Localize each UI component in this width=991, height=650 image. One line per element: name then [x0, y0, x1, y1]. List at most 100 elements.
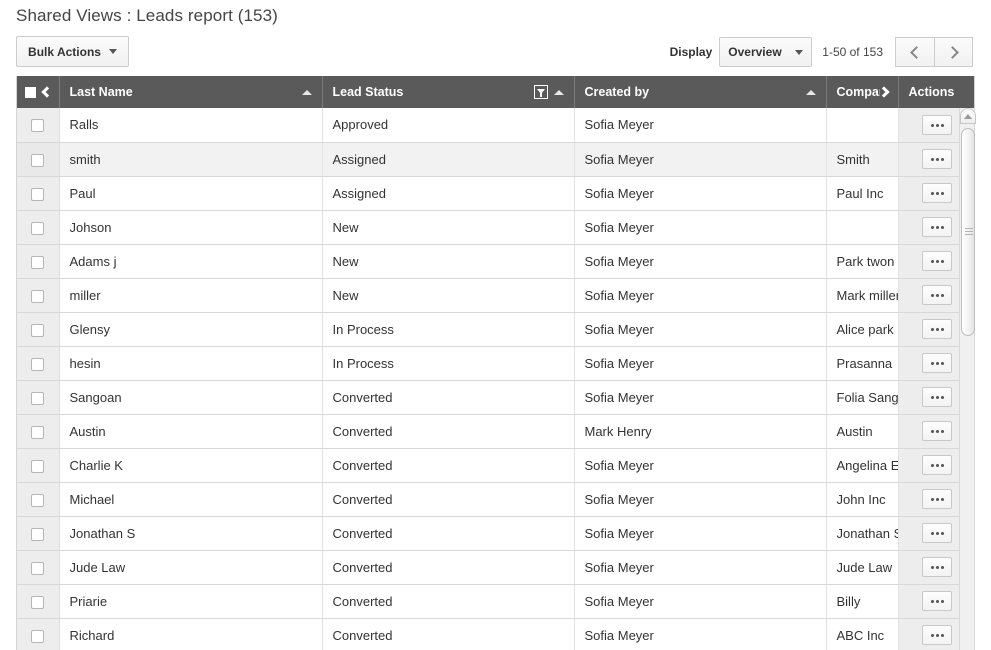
row-actions-button[interactable]: [922, 455, 953, 476]
row-select-cell[interactable]: [17, 210, 60, 245]
row-checkbox[interactable]: [31, 187, 45, 201]
cell-company: Mark miller: [826, 278, 899, 313]
table-row[interactable]: Richard Converted Sofia Meyer ABC Inc: [17, 618, 974, 650]
row-actions-button[interactable]: [922, 183, 953, 204]
display-controls: Display Overview 1-50 of 153: [670, 36, 973, 68]
sort-ascending-icon[interactable]: [553, 89, 564, 95]
column-header-lead-status[interactable]: Lead Status: [322, 76, 575, 108]
display-mode-select[interactable]: Overview: [719, 37, 813, 67]
row-actions-button[interactable]: [922, 557, 953, 578]
table-row[interactable]: Priarie Converted Sofia Meyer Billy: [17, 584, 974, 619]
row-select-cell[interactable]: [17, 516, 60, 551]
row-actions-button[interactable]: [922, 319, 953, 340]
ellipsis-icon: [930, 429, 934, 433]
table-row[interactable]: Johson New Sofia Meyer: [17, 210, 974, 245]
row-checkbox[interactable]: [31, 459, 45, 473]
previous-page-button[interactable]: [895, 37, 934, 67]
row-select-cell[interactable]: [17, 108, 60, 143]
table-row[interactable]: Paul Assigned Sofia Meyer Paul Inc: [17, 176, 974, 211]
row-actions-button[interactable]: [922, 251, 953, 272]
row-select-cell[interactable]: [17, 176, 60, 211]
row-select-cell[interactable]: [17, 142, 60, 177]
table-row[interactable]: Ralls Approved Sofia Meyer: [17, 108, 974, 143]
ellipsis-icon: [930, 531, 934, 535]
sort-ascending-icon[interactable]: [301, 89, 312, 95]
row-select-cell[interactable]: [17, 312, 60, 347]
column-header-lead-status-label: Lead Status: [332, 85, 404, 99]
row-select-cell[interactable]: [17, 448, 60, 483]
table-row[interactable]: Charlie KConvertedSofia MeyerAngelina Ex…: [17, 448, 974, 483]
row-actions-button[interactable]: [922, 591, 953, 612]
column-header-select-all[interactable]: [17, 76, 60, 108]
row-checkbox[interactable]: [31, 527, 45, 541]
row-checkbox[interactable]: [31, 255, 45, 269]
scroll-up-button[interactable]: [960, 108, 976, 124]
row-checkbox[interactable]: [31, 595, 45, 609]
ellipsis-icon: [940, 599, 944, 603]
row-checkbox[interactable]: [31, 425, 45, 439]
row-checkbox[interactable]: [31, 221, 45, 235]
row-actions-button[interactable]: [922, 353, 953, 374]
cell-lead-status: New: [322, 244, 575, 279]
table-row[interactable]: Jonathan S Converted Sofia Meyer Jonathan S: [17, 516, 974, 551]
row-actions-button[interactable]: [922, 625, 953, 646]
row-select-cell[interactable]: [17, 244, 60, 279]
row-actions-button[interactable]: [922, 421, 953, 442]
table-row[interactable]: miller New Sofia Meyer Mark miller: [17, 278, 974, 313]
cell-company: Austin: [826, 414, 899, 449]
ellipsis-icon: [940, 191, 944, 195]
chevron-left-icon[interactable]: [41, 86, 53, 98]
cell-company: [826, 210, 899, 245]
table-row[interactable]: SangoanConvertedSofia MeyerFolia Sangoan: [17, 380, 974, 415]
column-header-last-name[interactable]: Last Name: [59, 76, 323, 108]
table-row[interactable]: GlensyIn ProcessSofia MeyerAlice park lt…: [17, 312, 974, 347]
ellipsis-icon: [930, 599, 934, 603]
table-row[interactable]: Adams jNewSofia MeyerPark twon inc: [17, 244, 974, 279]
row-checkbox[interactable]: [31, 493, 45, 507]
row-select-cell[interactable]: [17, 550, 60, 585]
row-checkbox[interactable]: [31, 323, 45, 337]
next-page-button[interactable]: [934, 37, 973, 67]
row-checkbox[interactable]: [31, 391, 45, 405]
row-select-cell[interactable]: [17, 618, 60, 650]
ellipsis-icon: [935, 157, 939, 161]
select-all-checkbox[interactable]: [24, 86, 36, 98]
row-checkbox[interactable]: [31, 561, 45, 575]
row-checkbox[interactable]: [31, 119, 45, 133]
row-actions-button[interactable]: [922, 149, 953, 170]
scrollbar-thumb[interactable]: [961, 128, 975, 336]
column-header-company[interactable]: Company: [826, 76, 899, 108]
row-checkbox[interactable]: [31, 153, 45, 167]
row-checkbox[interactable]: [31, 289, 45, 303]
row-select-cell[interactable]: [17, 482, 60, 517]
column-header-created-by-label: Created by: [584, 85, 650, 99]
row-actions-button[interactable]: [922, 523, 953, 544]
column-header-created-by[interactable]: Created by: [574, 76, 827, 108]
row-actions-button[interactable]: [922, 285, 953, 306]
row-checkbox[interactable]: [31, 357, 45, 371]
table-row[interactable]: Jude Law Converted Sofia Meyer Jude Law: [17, 550, 974, 585]
filter-icon[interactable]: [533, 85, 548, 99]
row-actions-button[interactable]: [922, 217, 953, 238]
row-actions-button[interactable]: [922, 115, 953, 135]
sort-ascending-icon[interactable]: [805, 89, 816, 95]
vertical-scrollbar[interactable]: [959, 108, 976, 650]
row-select-cell[interactable]: [17, 414, 60, 449]
row-actions-button[interactable]: [922, 489, 953, 510]
row-actions-button[interactable]: [922, 387, 953, 408]
table-row[interactable]: hesin In Process Sofia Meyer Prasanna: [17, 346, 974, 381]
cell-last-name: hesin: [59, 346, 323, 381]
row-select-cell[interactable]: [17, 584, 60, 619]
table-row[interactable]: Michael Converted Sofia Meyer John Inc: [17, 482, 974, 517]
chevron-right-icon[interactable]: [877, 86, 890, 98]
table-row[interactable]: Austin Converted Mark Henry Austin: [17, 414, 974, 449]
row-select-cell[interactable]: [17, 278, 60, 313]
table-row[interactable]: smith Assigned Sofia Meyer Smith: [17, 142, 974, 177]
bulk-actions-button[interactable]: Bulk Actions: [16, 36, 129, 67]
leads-report-page: Shared Views : Leads report (153) Bulk A…: [0, 0, 991, 650]
row-select-cell[interactable]: [17, 346, 60, 381]
row-checkbox[interactable]: [31, 629, 45, 643]
ellipsis-icon: [930, 225, 934, 229]
row-select-cell[interactable]: [17, 380, 60, 415]
ellipsis-icon: [930, 565, 934, 569]
